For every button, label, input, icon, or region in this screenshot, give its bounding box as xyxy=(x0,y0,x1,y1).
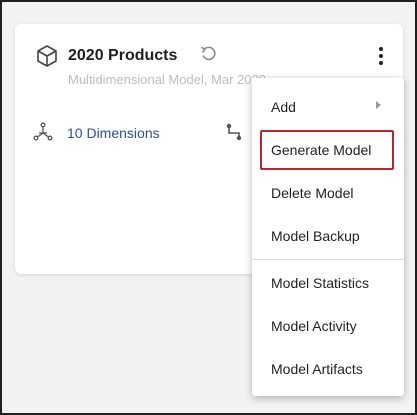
menu-item-label: Model Activity xyxy=(271,317,357,334)
menu-item-model-artifacts[interactable]: Model Artifacts xyxy=(252,347,404,390)
menu-item-label: Model Artifacts xyxy=(271,360,363,377)
menu-item-label: Model Backup xyxy=(271,227,360,244)
menu-item-add[interactable]: Add xyxy=(252,85,404,128)
dimensions-icon xyxy=(33,122,53,141)
menu-item-model-statistics[interactable]: Model Statistics xyxy=(252,261,404,304)
menu-item-model-backup[interactable]: Model Backup xyxy=(252,214,404,257)
menu-item-model-activity[interactable]: Model Activity xyxy=(252,304,404,347)
cube-icon xyxy=(37,45,57,67)
context-menu: Add Generate Model Delete Model Model Ba… xyxy=(252,78,404,396)
more-vertical-icon[interactable] xyxy=(373,44,389,70)
menu-item-delete-model[interactable]: Delete Model xyxy=(252,171,404,214)
menu-item-label: Delete Model xyxy=(271,184,354,201)
model-title: 2020 Products xyxy=(68,47,178,64)
menu-item-generate-model[interactable]: Generate Model xyxy=(252,128,404,171)
menu-item-label: Add xyxy=(271,98,296,115)
relation-icon xyxy=(226,123,242,141)
chevron-right-icon xyxy=(376,101,381,109)
refresh-icon[interactable] xyxy=(200,45,218,63)
dimensions-link[interactable]: 10 Dimensions xyxy=(67,125,160,141)
menu-item-label: Model Statistics xyxy=(271,274,370,291)
app-frame: 2020 Products Multidimensional Model, Ma… xyxy=(0,0,417,415)
menu-divider xyxy=(252,259,404,260)
menu-item-label: Generate Model xyxy=(271,141,372,158)
